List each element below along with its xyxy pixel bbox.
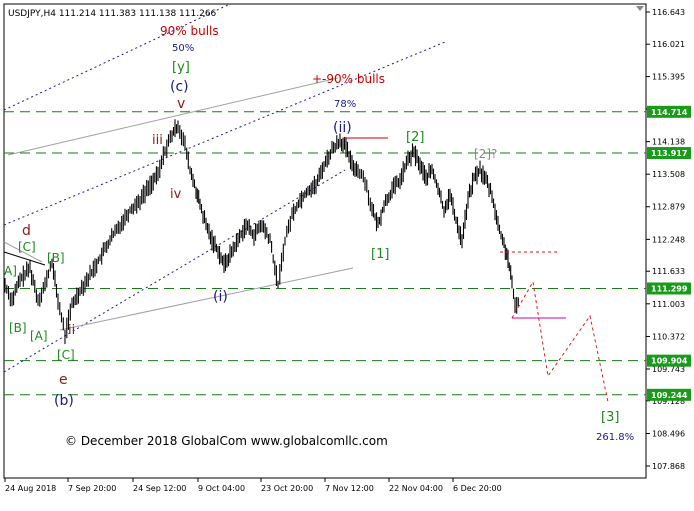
y-tick-label: 114.138 [652, 138, 685, 147]
wave-label: [y] [172, 60, 190, 75]
wave-label: [1] [371, 247, 389, 262]
wave-label: [B] [9, 321, 27, 335]
wave-label: [3] [601, 410, 619, 425]
wave-label: v [177, 96, 185, 112]
x-tick-label: 7 Sep 20:00 [68, 484, 116, 493]
price-tag-label: 114.714 [651, 108, 688, 117]
wave-label: [C] [18, 240, 36, 254]
y-tick-label: 116.021 [652, 40, 685, 49]
price-tag-label: 111.299 [651, 284, 688, 293]
wave-label: [B] [47, 251, 65, 265]
wave-label: 50% [172, 43, 194, 54]
y-tick-label: 115.395 [652, 73, 685, 82]
wave-label: (i) [213, 289, 228, 305]
wave-label: iv [170, 187, 182, 202]
chart-svg: 90% bulls 50% [y] (c)v +-90% bulls 78% (ii) [2]… [0, 0, 694, 507]
wave-label: [C] [57, 348, 75, 362]
x-tick-label: 6 Dec 20:00 [453, 484, 502, 493]
price-tag-label: 113.917 [651, 149, 687, 158]
y-tick-label: 108.496 [652, 430, 685, 439]
wave-label: 90% bulls [160, 24, 219, 38]
price-tag-label: 109.904 [651, 357, 688, 366]
y-tick-label: 111.003 [652, 300, 685, 309]
wave-label: (c) [170, 79, 189, 95]
wave-label: e [59, 372, 68, 388]
x-tick-label: 23 Oct 20:00 [261, 484, 313, 493]
wave-label: [2]? [474, 147, 497, 161]
wave-label: iii [152, 133, 163, 148]
wave-label: 78% [334, 99, 356, 110]
y-tick-label: 112.248 [652, 235, 685, 244]
x-tick-label: 24 Aug 2018 [5, 484, 56, 493]
y-tick-label: 110.372 [652, 332, 685, 341]
wave-label: (ii) [333, 120, 352, 136]
x-tick-label: 9 Oct 04:00 [198, 484, 245, 493]
wave-label: A] [4, 264, 17, 278]
wave-label: ii [68, 323, 75, 338]
copyright-text: © December 2018 GlobalCom www.globalcoml… [65, 434, 388, 448]
price-tag-label: 109.244 [651, 391, 688, 400]
x-tick-label: 24 Sep 12:00 [133, 484, 186, 493]
wave-label: 261.8% [596, 432, 634, 443]
x-tick-label: 7 Nov 12:00 [325, 484, 374, 493]
y-tick-label: 107.868 [652, 462, 685, 471]
y-tick-label: 112.879 [652, 203, 685, 212]
chart-container: 90% bulls 50% [y] (c) v +-90% bulls 78% (ii) [2]… [0, 0, 694, 507]
y-tick-label: 111.633 [652, 267, 685, 276]
wave-label: +-90% bulls [312, 72, 385, 86]
y-tick-label: 113.508 [652, 170, 685, 179]
wave-label: d [22, 223, 31, 239]
chart-header: USDJPY,H4 111.214 111.383 111.138 111.26… [8, 9, 217, 19]
wave-label: (b) [54, 393, 74, 409]
x-tick-label: 22 Nov 04:00 [389, 484, 443, 493]
wave-label: [2] [406, 130, 424, 145]
y-tick-label: 116.643 [652, 8, 685, 17]
wave-label: [A] [30, 329, 48, 343]
